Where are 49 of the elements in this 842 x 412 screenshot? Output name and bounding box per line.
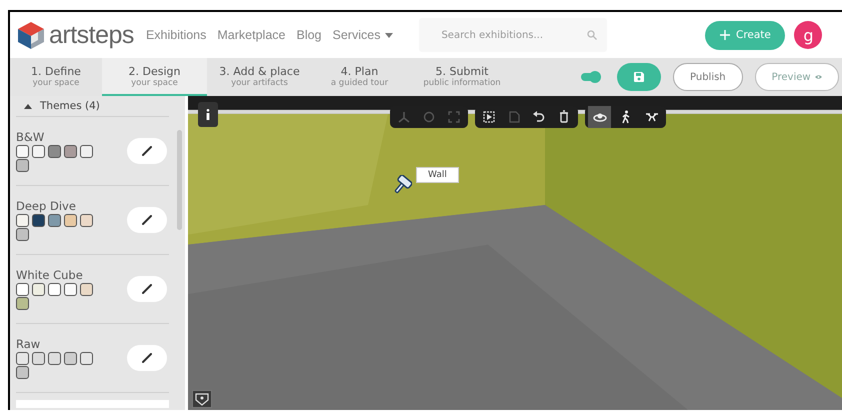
edit-button[interactable] — [127, 207, 167, 233]
section-header[interactable]: Themes (4) — [16, 96, 169, 117]
tooltip: Wall — [416, 167, 459, 183]
brush-icon — [142, 146, 152, 156]
logo-text[interactable]: artsteps — [49, 20, 134, 50]
brush-icon — [142, 215, 152, 225]
document-icon — [507, 110, 521, 124]
mode-button[interactable] — [588, 106, 611, 128]
logo-icon[interactable] — [16, 20, 46, 50]
step-tab[interactable]: 3. Add & place your artifacts — [207, 58, 312, 96]
map-icon[interactable] — [192, 390, 212, 408]
play-icon — [482, 110, 496, 124]
step-tab[interactable]: 1. Define your space — [10, 58, 102, 96]
theme-name: B&W — [16, 130, 46, 144]
expand-icon — [447, 110, 461, 124]
brush-icon — [142, 353, 152, 363]
paint-roller-icon — [392, 175, 412, 195]
eye-icon — [814, 73, 822, 81]
toggle-switch[interactable] — [581, 73, 599, 81]
edit-button[interactable] — [127, 345, 167, 371]
nav-link[interactable]: Exhibitions — [146, 28, 206, 42]
edit-button[interactable] — [127, 138, 167, 164]
collapse-arrow-icon[interactable] — [24, 104, 32, 108]
info-button[interactable] — [198, 102, 218, 127]
nav-link[interactable]: Services — [332, 28, 394, 42]
info-icon — [206, 109, 210, 120]
scrollbar[interactable] — [177, 130, 182, 230]
caret-icon — [385, 32, 394, 38]
theme-name: White Cube — [16, 268, 84, 282]
undo-icon — [532, 110, 546, 124]
trash-icon — [557, 110, 571, 124]
nav-link[interactable]: Marketplace — [217, 28, 286, 42]
theme-name: Deep Dive — [16, 199, 77, 213]
step-tab[interactable]: 4. Plan a guided tour — [312, 58, 407, 96]
edit-button[interactable] — [127, 276, 167, 302]
brush-icon — [142, 284, 152, 294]
publish-button[interactable]: Publish — [673, 63, 743, 91]
search-icon — [587, 30, 598, 40]
theme-name: Raw — [16, 337, 42, 351]
nav-link[interactable]: Blog — [296, 28, 322, 42]
avatar[interactable]: g — [794, 21, 822, 49]
create-button[interactable]: Create — [705, 20, 786, 50]
save-icon — [634, 72, 644, 82]
search-field[interactable]: Search exhibitions... — [419, 18, 608, 52]
axes-icon — [397, 110, 411, 124]
step-tab[interactable]: 5. Submit public information — [407, 58, 517, 96]
plus-icon — [720, 30, 730, 40]
circle-icon — [422, 110, 436, 124]
step-tab[interactable]: 2. Design your space — [102, 58, 207, 96]
